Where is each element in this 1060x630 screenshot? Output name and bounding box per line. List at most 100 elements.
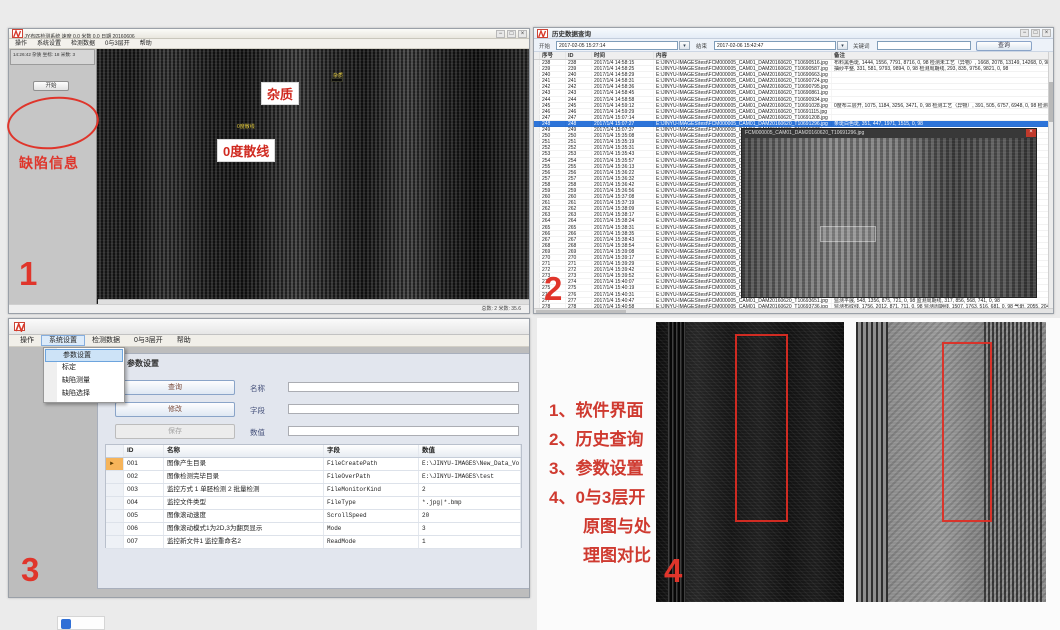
grid-row[interactable]: 005 图像滚动速度 ScrollSpeed 20: [106, 510, 521, 523]
close-button[interactable]: ×: [518, 30, 527, 38]
grid-row[interactable]: 006 图像滚动模式1为2D,3为翻页显示 Mode 3: [106, 523, 521, 536]
menu-item[interactable]: 系统设置: [37, 39, 61, 48]
original-fabric-image: 4: [656, 322, 844, 602]
start-button[interactable]: 开始: [33, 81, 69, 91]
menu-item[interactable]: 帮助: [140, 39, 152, 48]
grid-row[interactable]: 002 图像检测完毕目录 FileOverPath E:\JINYU-IMAGE…: [106, 471, 521, 484]
name-input[interactable]: [288, 382, 519, 392]
preview-close-button[interactable]: ×: [1026, 129, 1036, 137]
red-circle-annotation: [5, 92, 102, 153]
status-bar: 总数: 2 米数: 35.6: [9, 304, 529, 313]
field-label: 字段: [250, 405, 265, 416]
maximize-button[interactable]: □: [1031, 29, 1040, 37]
defect-region-box: [942, 342, 992, 522]
panel-number-4: 4: [664, 552, 682, 590]
detection-window: JY布匹检测系统 速度 0.0 米数 0.0 日期 20160606 − □ ×…: [8, 28, 530, 314]
defect-list-item[interactable]: 14:26:42 杂质 坐标: 18 米数: 3: [10, 49, 95, 65]
inner-title: 参数设置: [98, 354, 529, 369]
scatter-label: 0度散线: [217, 139, 275, 162]
panel-number-2: 2: [544, 270, 562, 308]
start-time-input[interactable]: 2017-02-05 15:27:14: [556, 41, 678, 50]
window-controls: − □ ×: [496, 30, 527, 38]
end-date-dropdown[interactable]: ▾: [837, 41, 848, 50]
menu-item-system-settings[interactable]: 系统设置: [41, 335, 85, 346]
dropdown-menu-item[interactable]: 缺陷选择: [45, 388, 123, 401]
query-button[interactable]: 查询: [976, 41, 1032, 51]
query-button[interactable]: 查询: [115, 380, 235, 395]
system-settings-dropdown: 参数设置标定缺陷测量缺陷选择: [43, 347, 125, 403]
inner-title-text: 参数设置: [127, 358, 159, 369]
maximize-button[interactable]: □: [507, 30, 516, 38]
window-controls: − □ ×: [1020, 29, 1051, 37]
comparison-panel: 1、软件界面2、历史查询3、参数设置4、0与3层开原图与处理图对比 4: [537, 318, 1060, 630]
keyword-input[interactable]: [877, 41, 971, 50]
titlebar: [9, 319, 529, 335]
save-button[interactable]: 保存: [115, 424, 235, 439]
parameter-settings-panel: 参数设置 查询 修改 保存 名称 字段 数值 ID 名称 字段 数值: [97, 353, 529, 589]
app-logo-icon: [537, 29, 548, 38]
grid-row[interactable]: ► 001 图像产生目录 FileCreatePath E:\JINYU-IMA…: [106, 458, 521, 471]
fabric-stripe-texture: [984, 322, 1042, 602]
col-seq[interactable]: 序号: [540, 52, 566, 59]
note-line: 原图与处: [549, 512, 651, 541]
window-body: 开始 14:25:10 0度散线 坐标: 35 米数: 214:26:42 杂质…: [9, 49, 529, 304]
menu-item[interactable]: 检测数据: [71, 39, 95, 48]
end-time-label: 结束: [696, 42, 707, 50]
col-id[interactable]: ID: [566, 52, 592, 59]
col-content[interactable]: 内容: [654, 52, 832, 59]
note-line: 理图对比: [549, 541, 651, 570]
titlebar: JY布匹检测系统 速度 0.0 米数 0.0 日期 20160606 − □ ×: [9, 29, 529, 39]
preview-fabric-image: [742, 138, 1036, 297]
settings-window: 操作 系统设置 检测数据 0与3层开 帮助 参数设置标定缺陷测量缺陷选择 参数设…: [8, 318, 530, 598]
dropdown-menu-item[interactable]: 缺陷测量: [45, 375, 123, 388]
col-time[interactable]: 时间: [592, 52, 654, 59]
dropdown-menu-item[interactable]: 参数设置: [45, 349, 123, 362]
note-line: 2、历史查询: [549, 425, 651, 454]
close-button[interactable]: ×: [1042, 29, 1051, 37]
defect-highlight-box: [820, 226, 876, 242]
name-label: 名称: [250, 383, 265, 394]
col-name[interactable]: 名称: [164, 445, 324, 457]
preview-filename: FCM000005_CAM01_DAM20160620_T10691296.jp…: [745, 129, 864, 138]
col-id[interactable]: ID: [124, 445, 164, 457]
start-date-dropdown[interactable]: ▾: [679, 41, 690, 50]
scrollbar-thumb[interactable]: [1049, 82, 1053, 122]
note-line: 4、0与3层开: [549, 483, 651, 512]
horizontal-scrollbar[interactable]: [534, 308, 1053, 313]
menu-item-help[interactable]: 帮助: [170, 335, 198, 346]
defect-info-annotation: 缺陷信息: [19, 153, 79, 173]
preview-titlebar: FCM000005_CAM01_DAM20160620_T10691296.jp…: [742, 129, 1036, 138]
value-label: 数值: [250, 427, 265, 438]
start-time-label: 开始: [539, 42, 550, 50]
taskbar-app-icon[interactable]: [61, 619, 71, 629]
note-line: 1、软件界面: [549, 396, 651, 425]
menu-item[interactable]: 0与3层开: [105, 39, 130, 48]
vertical-scrollbar[interactable]: [1048, 52, 1053, 308]
panel-number-1: 1: [19, 255, 37, 293]
col-remark[interactable]: 备注: [832, 52, 1053, 59]
table-header: 序号 ID 时间 内容 备注: [534, 52, 1053, 60]
menu-item[interactable]: 操作: [15, 39, 27, 48]
grid-row[interactable]: 004 监控文件类型 FileType *.jpg|*.bmp: [106, 497, 521, 510]
end-time-input[interactable]: 2017-02-06 15:42:47: [714, 41, 836, 50]
dropdown-menu-item[interactable]: 标定: [45, 362, 123, 375]
modify-button[interactable]: 修改: [115, 402, 235, 417]
menu-item-detect-data[interactable]: 检测数据: [85, 335, 127, 346]
col-field[interactable]: 字段: [324, 445, 419, 457]
taskbar-fragment: [57, 616, 105, 630]
scrollbar-thumb[interactable]: [536, 310, 626, 313]
value-input[interactable]: [288, 426, 519, 436]
keyword-label: 关键词: [853, 42, 870, 50]
minimize-button[interactable]: −: [1020, 29, 1029, 37]
menu-item-layers[interactable]: 0与3层开: [127, 335, 170, 346]
col-value[interactable]: 数值: [419, 445, 521, 457]
summary-notes: 1、软件界面2、历史查询3、参数设置4、0与3层开原图与处理图对比: [549, 396, 651, 570]
menu-item-operate[interactable]: 操作: [13, 335, 41, 346]
field-input[interactable]: [288, 404, 519, 414]
history-query-window: 历史数据查询 − □ × 开始 2017-02-05 15:27:14 ▾ 结束…: [533, 27, 1054, 314]
grid-row[interactable]: 003 监控方式 1 单胚检测 2 批量检测 FileMonitorKind 2: [106, 484, 521, 497]
grid-row[interactable]: 007 监控新文件1 监控重命名2 ReadMode 1: [106, 536, 521, 549]
defect-sidebar: 开始 14:25:10 0度散线 坐标: 35 米数: 214:26:42 杂质…: [9, 49, 97, 304]
selected-row-arrow-icon: ►: [109, 461, 115, 467]
minimize-button[interactable]: −: [496, 30, 505, 38]
